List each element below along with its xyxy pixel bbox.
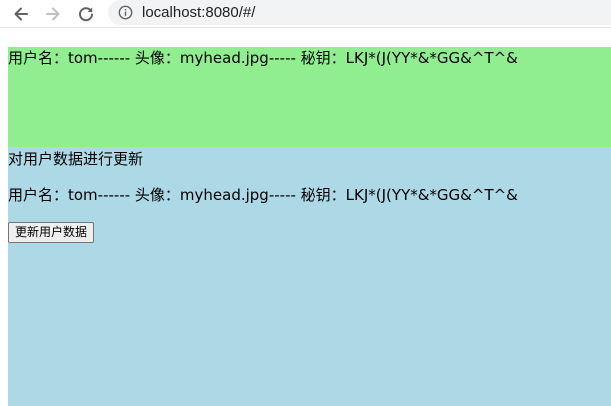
user-info-line: 用户名：tom------ 头像：myhead.jpg----- 秘钥：LKJ*… — [8, 49, 518, 67]
back-button[interactable] — [10, 3, 32, 25]
reload-button[interactable] — [75, 3, 97, 25]
update-heading: 对用户数据进行更新 — [8, 150, 144, 168]
address-bar[interactable]: localhost:8080/#/ — [108, 0, 611, 25]
browser-toolbar: localhost:8080/#/ — [0, 0, 611, 28]
update-user-panel: 对用户数据进行更新 用户名：tom------ 头像：myhead.jpg---… — [8, 147, 611, 406]
arrow-left-icon — [14, 7, 28, 21]
update-user-button[interactable]: 更新用户数据 — [8, 222, 95, 243]
forward-button[interactable] — [42, 3, 64, 25]
reload-icon — [79, 7, 93, 22]
info-icon[interactable] — [118, 5, 133, 20]
updated-user-info-line: 用户名：tom------ 头像：myhead.jpg----- 秘钥：LKJ*… — [8, 186, 518, 204]
user-info-panel: 用户名：tom------ 头像：myhead.jpg----- 秘钥：LKJ*… — [8, 47, 611, 147]
arrow-right-icon — [46, 7, 60, 21]
url-text: localhost:8080/#/ — [142, 4, 256, 21]
